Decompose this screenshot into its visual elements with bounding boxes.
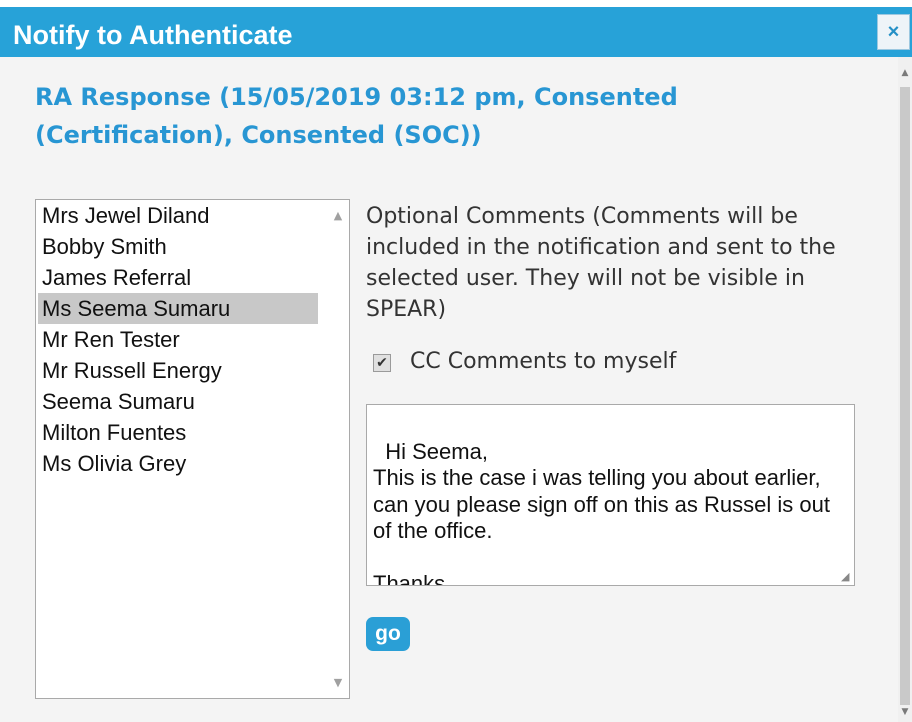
- response-heading: RA Response (15/05/2019 03:12 pm, Consen…: [35, 83, 678, 149]
- comments-textarea[interactable]: Hi Seema, This is the case i was telling…: [366, 404, 855, 586]
- user-list-item[interactable]: Seema Sumaru: [38, 386, 318, 417]
- cc-comments-checkbox[interactable]: ✔: [373, 354, 391, 372]
- go-button[interactable]: go: [366, 617, 410, 651]
- scroll-up-icon[interactable]: ▲: [900, 67, 910, 79]
- resize-grip-icon[interactable]: ◢: [841, 572, 851, 583]
- user-listbox[interactable]: Mrs Jewel Diland Bobby Smith James Referra…: [35, 199, 350, 699]
- close-icon[interactable]: ×: [877, 14, 910, 50]
- dialog-scrollbar[interactable]: ▲ ▼: [898, 57, 912, 722]
- optional-comments-label: Optional Comments (Comments will be incl…: [366, 204, 836, 322]
- user-list-item[interactable]: Ms Olivia Grey: [38, 448, 318, 479]
- scroll-down-icon[interactable]: ▼: [900, 706, 910, 718]
- comments-text: Hi Seema, This is the case i was telling…: [373, 438, 830, 586]
- user-list-item[interactable]: Mr Russell Energy: [38, 355, 318, 386]
- user-list-item[interactable]: Ms Seema Sumaru: [38, 293, 318, 324]
- user-list-item[interactable]: Mr Ren Tester: [38, 324, 318, 355]
- user-list-item[interactable]: Milton Fuentes: [38, 417, 318, 448]
- scroll-thumb[interactable]: [900, 87, 910, 705]
- dialog-title: Notify to Authenticate: [13, 20, 293, 50]
- user-list-item[interactable]: James Referral: [38, 262, 318, 293]
- user-list: Mrs Jewel Diland Bobby Smith James Referra…: [38, 200, 318, 479]
- listbox-scroll-up-icon[interactable]: ▲: [327, 209, 349, 222]
- listbox-scrollbar[interactable]: ▲ ▼: [327, 200, 349, 698]
- user-list-item[interactable]: Mrs Jewel Diland: [38, 200, 318, 231]
- listbox-scroll-down-icon[interactable]: ▼: [327, 676, 349, 689]
- user-list-item[interactable]: Bobby Smith: [38, 231, 318, 262]
- cc-comments-label[interactable]: CC Comments to myself: [410, 349, 676, 374]
- dialog-title-bar: Notify to Authenticate: [0, 7, 912, 57]
